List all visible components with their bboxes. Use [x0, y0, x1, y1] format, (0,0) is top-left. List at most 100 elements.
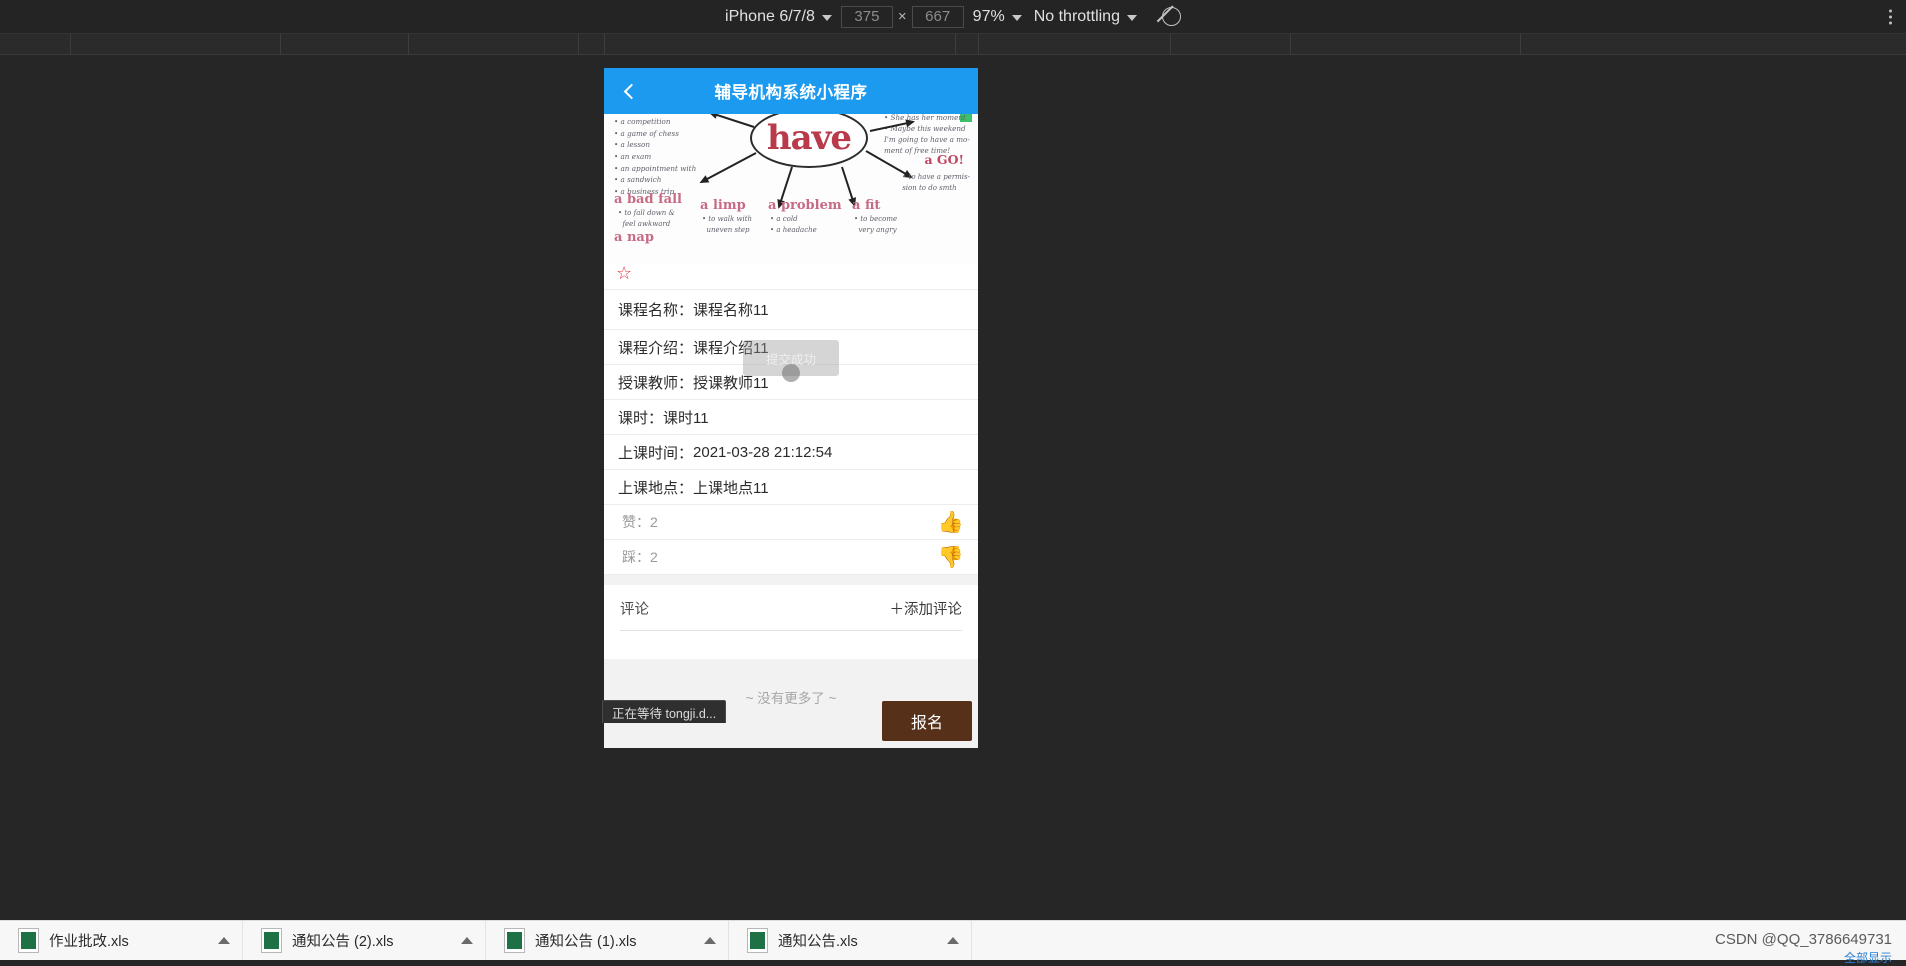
viewport-height-input[interactable]: 667: [911, 5, 964, 28]
taskbar-item-label: 通知公告.xls: [778, 934, 858, 950]
chevron-left-icon: [623, 83, 639, 99]
banner-left-item: • an exam: [614, 151, 652, 161]
throttling-label: No throttling: [1033, 7, 1120, 25]
add-comment-button[interactable]: ＋添加评论: [890, 598, 963, 619]
dislike-label: 踩：: [622, 549, 650, 565]
banner-artwork: • a competition • a game of chess • a le…: [604, 114, 978, 264]
chevron-up-icon[interactable]: [461, 937, 473, 944]
ruler-tick: [280, 34, 281, 54]
favorite-row: ☆: [604, 262, 978, 290]
back-button[interactable]: [612, 68, 646, 114]
like-text: 赞：2: [622, 512, 658, 532]
thumbs-up-icon[interactable]: 👍: [938, 512, 964, 533]
like-row[interactable]: 赞：2 👍: [604, 505, 978, 540]
signup-button[interactable]: 报名: [882, 701, 972, 741]
kebab-dot: [1889, 9, 1892, 12]
ruler-tick: [578, 34, 579, 54]
excel-file-icon: [747, 928, 768, 953]
banner-left-item: • a lesson: [614, 140, 650, 150]
banner-right-item: I'm going to have a mo-: [884, 135, 970, 145]
viewport-width-input[interactable]: 375: [840, 5, 893, 28]
banner-left-item: • an appointment with: [614, 163, 697, 173]
taskbar-item-label: 作业批改.xls: [49, 934, 129, 950]
banner-center-oval: have: [750, 114, 868, 168]
no-rotate-icon: [1162, 7, 1182, 26]
chevron-down-icon: [1126, 14, 1137, 21]
banner-go-sub: • to have a permis- sion to do smth: [902, 173, 970, 192]
chevron-down-icon: [1011, 14, 1022, 21]
taskbar-item-label: 通知公告 (2).xls: [292, 934, 394, 950]
row-value: 课程名称11: [693, 302, 769, 319]
watermark: CSDN @QQ_3786649731 全部显示: [1715, 930, 1892, 966]
course-banner-image[interactable]: • a competition • a game of chess • a le…: [604, 114, 978, 264]
chevron-up-icon[interactable]: [947, 937, 959, 944]
star-outline-icon[interactable]: ☆: [616, 262, 632, 284]
ruler-tick: [1170, 34, 1171, 54]
ruler-tick: [604, 34, 605, 54]
comment-section: 评论 ＋添加评论: [604, 585, 978, 637]
like-label: 赞：: [622, 514, 650, 530]
devtools-device-toolbar: iPhone 6/7/8 375 × 667 97% No throttling: [0, 0, 1906, 34]
row-value: 2021-03-28 21:12:54: [693, 443, 833, 461]
banner-term-sub: • a cold • a headache: [770, 215, 817, 234]
banner-term-title: a nap: [614, 230, 654, 245]
excel-file-icon: [504, 928, 525, 953]
excel-file-icon: [18, 928, 39, 953]
device-emulation-viewport: 辅导机构系统小程序 • a competition • a game of ch…: [0, 55, 1906, 920]
taskbar-item[interactable]: 通知公告.xls: [729, 921, 972, 960]
windows-taskbar: 作业批改.xls 通知公告 (2).xls 通知公告 (1).xls 通知公告.…: [0, 920, 1906, 960]
comment-header: 评论 ＋添加评论: [620, 598, 962, 630]
course-row-location: 上课地点： 上课地点11: [604, 470, 978, 505]
row-label: 上课地点：: [618, 479, 694, 497]
dislike-row[interactable]: 踩：2 👎: [604, 540, 978, 575]
dislike-count: 2: [650, 549, 658, 565]
page-title: 辅导机构系统小程序: [714, 84, 868, 102]
like-count: 2: [650, 514, 658, 530]
kebab-dot: [1889, 21, 1892, 24]
ruler-tick: [978, 34, 979, 54]
comment-divider: [620, 630, 962, 631]
rotate-device-button[interactable]: [1157, 4, 1187, 30]
chevron-up-icon[interactable]: [218, 937, 230, 944]
kebab-dot: [1889, 15, 1892, 18]
chevron-up-icon[interactable]: [704, 937, 716, 944]
mobile-app-frame: 辅导机构系统小程序 • a competition • a game of ch…: [604, 68, 978, 748]
course-row-hours: 课时： 课时11: [604, 400, 978, 435]
row-value: 上课地点11: [693, 479, 769, 497]
banner-center-word: have: [766, 118, 852, 158]
excel-file-icon: [261, 928, 282, 953]
browser-status-bubble: 正在等待 tongji.d...: [602, 700, 727, 723]
banner-right-item: • She has her moment: [884, 114, 966, 122]
banner-left-item: • a competition: [614, 117, 671, 126]
viewport-ruler: [0, 34, 1906, 55]
chevron-down-icon: [821, 14, 832, 21]
banner-go-label: a GO!: [924, 152, 964, 167]
watermark-sub: 全部显示: [1843, 951, 1892, 966]
row-label: 课程名称：: [618, 302, 694, 319]
dimension-separator: ×: [897, 8, 907, 25]
taskbar-item-label: 通知公告 (1).xls: [535, 934, 637, 950]
devtools-more-options-button[interactable]: [1885, 5, 1896, 28]
comment-title: 评论: [620, 602, 649, 618]
thumbs-down-icon[interactable]: 👎: [938, 547, 964, 568]
app-scroll-body: • a competition • a game of chess • a le…: [604, 114, 978, 748]
taskbar-item[interactable]: 作业批改.xls: [0, 921, 243, 960]
loading-spinner-icon: [782, 364, 800, 382]
section-divider: [604, 575, 978, 585]
zoom-selector[interactable]: 97%: [967, 6, 1028, 28]
dislike-text: 踩：2: [622, 547, 658, 567]
ruler-tick: [955, 34, 956, 54]
banner-right-list: • She has her moment • Maybe this weeken…: [884, 114, 972, 157]
course-row-name: 课程名称： 课程名称11: [604, 290, 978, 330]
taskbar-item[interactable]: 通知公告 (1).xls: [486, 921, 729, 960]
course-row-time: 上课时间： 2021-03-28 21:12:54: [604, 435, 978, 470]
throttling-selector[interactable]: No throttling: [1028, 6, 1143, 28]
row-label: 上课时间：: [618, 444, 694, 462]
taskbar-item[interactable]: 通知公告 (2).xls: [243, 921, 486, 960]
banner-left-list: • a competition • a game of chess • a le…: [614, 116, 724, 198]
banner-term-sub: • to become very angry: [854, 215, 898, 234]
ruler-tick: [408, 34, 409, 54]
zoom-level-label: 97%: [972, 7, 1005, 25]
device-name-label: iPhone 6/7/8: [725, 7, 815, 25]
device-selector[interactable]: iPhone 6/7/8: [719, 6, 838, 28]
